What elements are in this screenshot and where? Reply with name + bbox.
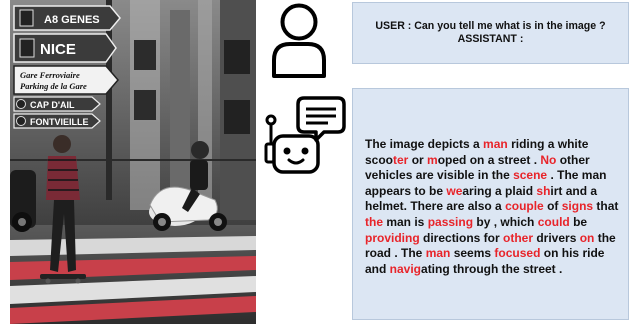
sign-cap-dail-label: CAP D'AIL	[30, 100, 75, 110]
response-token: or	[408, 152, 428, 167]
highlighted-token: other	[503, 230, 534, 245]
response-token: of	[543, 199, 562, 214]
highlighted-token: we	[446, 183, 463, 198]
highlighted-token: the	[365, 214, 383, 229]
sign-a8: A8 GENES	[13, 5, 121, 31]
sign-nice: NICE	[13, 33, 117, 63]
highlighted-token: man	[483, 137, 508, 151]
highlighted-token: signs	[561, 199, 594, 214]
street-scene: A8 GENES NICE Gare Ferroviaire Parking d…	[10, 0, 256, 324]
sign-gare: Gare Ferroviaire Parking de la Gare	[13, 65, 119, 95]
highlighted-token: passing	[427, 214, 474, 229]
highlighted-token: navig	[389, 261, 422, 276]
robot-icon	[264, 96, 346, 174]
sign-gare-line2: Parking de la Gare	[20, 81, 87, 91]
parked-car	[10, 170, 36, 232]
sign-cap-dail: CAP D'AIL	[13, 96, 101, 112]
response-token: by , which	[473, 214, 538, 229]
assistant-response-text: The image depicts a man riding a white s…	[365, 137, 620, 277]
highlighted-token: focused	[494, 246, 541, 261]
assistant-response-box: The image depicts a man riding a white s…	[352, 88, 629, 320]
user-icon	[272, 3, 326, 78]
response-token: that	[593, 199, 619, 214]
user-prompt: USER : Can you tell me what is in the im…	[375, 20, 606, 32]
response-token: oped on a street .	[437, 152, 541, 167]
sign-fontvieille: FONTVIEILLE	[13, 113, 101, 129]
highlighted-token: couple	[505, 199, 544, 214]
response-token: directions for	[419, 230, 504, 245]
user-message-box: USER : Can you tell me what is in the im…	[352, 2, 629, 64]
response-token: seems	[450, 246, 495, 261]
sign-gare-line1: Gare Ferroviaire	[20, 70, 80, 80]
response-token: man is	[383, 214, 428, 229]
sign-a8-label: A8 GENES	[44, 14, 100, 26]
highlighted-token: ter	[393, 152, 409, 167]
highlighted-token: providing	[365, 230, 420, 245]
highlighted-token: man	[425, 246, 451, 261]
highlighted-token: scene	[513, 168, 548, 183]
response-token: be	[569, 214, 588, 229]
response-token: ating through the street .	[421, 261, 563, 276]
sign-fontvieille-label: FONTVIEILLE	[30, 117, 89, 127]
response-token: drivers	[533, 230, 580, 245]
highlighted-token: could	[537, 214, 570, 229]
street-photo: A8 GENES NICE Gare Ferroviaire Parking d…	[10, 0, 256, 324]
highlighted-token: No	[540, 152, 557, 167]
response-token: aring a plaid	[462, 183, 537, 198]
assistant-label: ASSISTANT :	[457, 33, 524, 45]
sign-nice-label: NICE	[40, 41, 76, 58]
highlighted-token: m	[427, 152, 438, 167]
highlighted-token: on	[579, 230, 595, 245]
highlighted-token: sh	[536, 183, 551, 198]
response-token: The image depicts a	[365, 137, 484, 151]
